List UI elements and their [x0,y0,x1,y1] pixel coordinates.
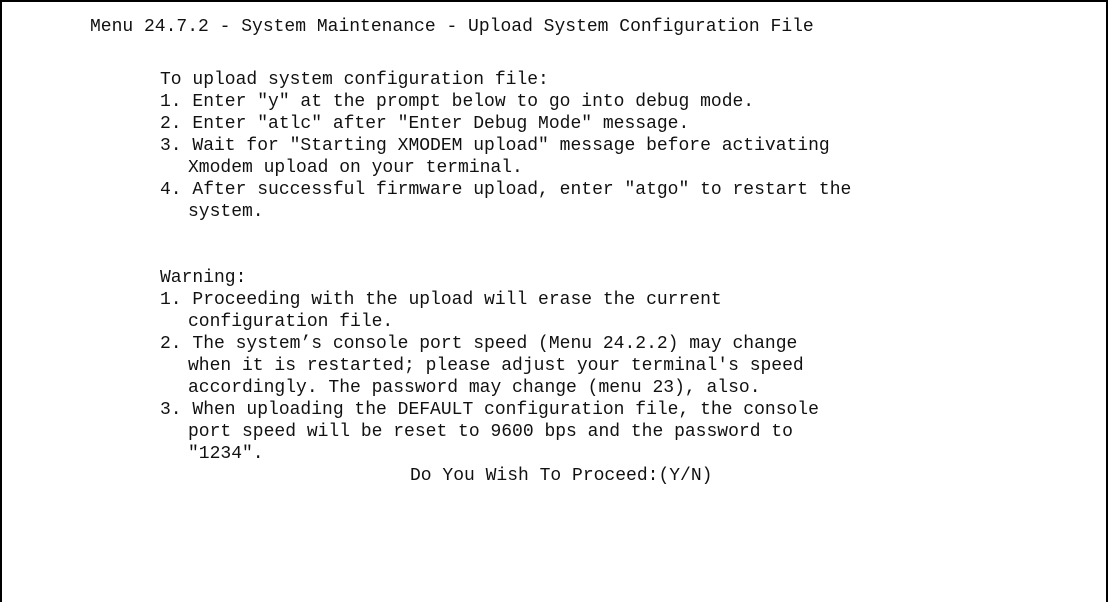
warning-2: 2. The system’s console port speed (Menu… [160,334,798,354]
warning-1-continued: configuration file. [188,312,394,332]
instruction-step-4: 4. After successful firmware upload, ent… [160,180,852,200]
proceed-prompt[interactable]: Do You Wish To Proceed:(Y/N) [410,465,712,487]
warning-2-continued-a: when it is restarted; please adjust your… [188,356,804,376]
warning-heading: Warning: [160,268,247,288]
instruction-step-1: 1. Enter "y" at the prompt below to go i… [160,92,755,112]
warning-3-continued-b: "1234". [188,444,264,464]
instruction-step-3-continued: Xmodem upload on your terminal. [188,158,523,178]
warning-2-continued-b: accordingly. The password may change (me… [188,378,761,398]
warning-3: 3. When uploading the DEFAULT configurat… [160,400,819,420]
menu-title: Menu 24.7.2 - System Maintenance - Uploa… [90,17,814,37]
instruction-step-2: 2. Enter "atlc" after "Enter Debug Mode"… [160,114,690,134]
warning-1: 1. Proceeding with the upload will erase… [160,290,722,310]
warning-3-continued-a: port speed will be reset to 9600 bps and… [188,422,793,442]
instruction-step-4-continued: system. [188,202,264,222]
instruction-step-3: 3. Wait for "Starting XMODEM upload" mes… [160,136,830,156]
terminal-window: Menu 24.7.2 - System Maintenance - Uploa… [0,0,1108,602]
instructions-heading: To upload system configuration file: [160,70,549,90]
